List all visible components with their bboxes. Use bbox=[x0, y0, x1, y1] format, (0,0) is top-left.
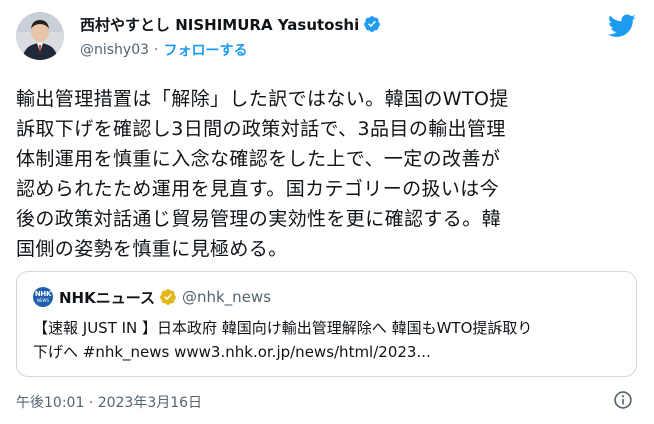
follow-button[interactable]: フォローする bbox=[163, 40, 247, 60]
info-icon[interactable] bbox=[613, 390, 633, 410]
quoted-text-line: 【速報 JUST IN 】日本政府 韓国向け輸出管理解除へ 韓国もWTO提訴取り bbox=[33, 319, 533, 337]
verified-badge-icon bbox=[364, 16, 381, 32]
tweet-text-line: 後の政策対話通じ貿易管理の実効性を更に確認する。韓 bbox=[16, 208, 502, 230]
author-handle[interactable]: @nishy03 bbox=[80, 42, 149, 58]
quoted-tweet-text: 【速報 JUST IN 】日本政府 韓国向け輸出管理解除へ 韓国もWTO提訴取り… bbox=[33, 316, 633, 364]
quoted-tweet[interactable]: NHK NEWS NHKニュース @nhk_news 【速報 JUST IN 】… bbox=[16, 271, 637, 377]
tweet-timestamp[interactable]: 午後10:01 · 2023年3月16日 bbox=[16, 392, 202, 412]
nhk-news-logo-icon: NHK NEWS bbox=[33, 287, 53, 307]
author-display-name[interactable]: 西村やすとし NISHIMURA Yasutoshi bbox=[80, 14, 359, 35]
tweet-text-line: 輸出管理措置は「解除」した訳ではない。韓国のWTO提 bbox=[16, 88, 509, 110]
tweet-text-line: 認められたため運用を見直す。国カテゴリーの扱いは今 bbox=[16, 178, 500, 200]
tweet-text-line: 体制運用を慎重に入念な確認をした上で、一定の改善が bbox=[16, 148, 501, 170]
tweet-text: 輸出管理措置は「解除」した訳ではない。韓国のWTO提 訴取下げを確認し3日間の政… bbox=[16, 84, 640, 264]
tweet-text-line: 訴取下げを確認し3日間の政策対話で、3品目の輸出管理 bbox=[16, 118, 506, 140]
nhk-logo-text: NHK bbox=[34, 290, 52, 298]
twitter-bird-icon[interactable] bbox=[608, 14, 636, 38]
tweet-text-line: 国側の姿勢を慎重に見極める。 bbox=[16, 238, 288, 260]
quoted-text-line: 下げへ #nhk_news www3.nhk.or.jp/news/html/2… bbox=[33, 343, 431, 361]
gold-verified-badge-icon bbox=[160, 289, 176, 305]
tweet-embed-card: 西村やすとし NISHIMURA Yasutoshi @nishy03 · フォ… bbox=[0, 0, 654, 424]
author-name-row: 西村やすとし NISHIMURA Yasutoshi bbox=[80, 13, 381, 35]
quoted-author-name: NHKニュース bbox=[59, 288, 155, 307]
author-avatar[interactable] bbox=[16, 12, 64, 60]
person-avatar-icon bbox=[16, 12, 64, 60]
separator-dot: · bbox=[154, 42, 159, 58]
author-handle-row: @nishy03 · フォローする bbox=[80, 40, 247, 60]
quoted-tweet-header: NHK NEWS NHKニュース @nhk_news bbox=[33, 286, 271, 308]
nhk-logo-subtext: NEWS bbox=[36, 298, 49, 303]
quoted-author-handle: @nhk_news bbox=[181, 288, 272, 306]
